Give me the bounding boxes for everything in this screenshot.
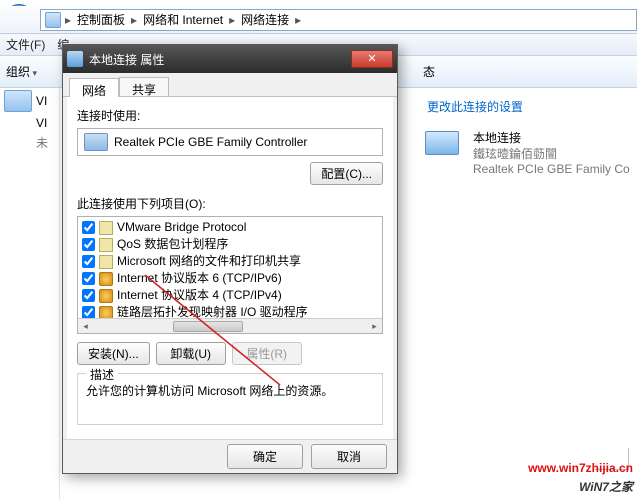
chevron-right-icon: ▸ xyxy=(295,13,301,27)
change-settings-link[interactable]: 更改此连接的设置 xyxy=(417,88,637,125)
control-panel-icon xyxy=(45,12,61,28)
close-button[interactable]: ✕ xyxy=(351,50,393,68)
install-button[interactable]: 安装(N)... xyxy=(77,342,150,365)
description-legend: 描述 xyxy=(86,366,118,383)
toolbar-organize[interactable]: 组织 xyxy=(6,63,37,80)
component-label: Internet 协议版本 6 (TCP/IPv6) xyxy=(117,271,282,286)
component-label: Microsoft 网络的文件和打印机共享 xyxy=(117,254,301,269)
service-icon xyxy=(99,238,113,252)
component-item[interactable]: Internet 协议版本 6 (TCP/IPv6) xyxy=(80,270,380,287)
configure-button[interactable]: 配置(C)... xyxy=(310,162,383,185)
chevron-right-icon: ▸ xyxy=(131,13,137,27)
menu-file[interactable]: 文件(F) xyxy=(6,36,45,53)
component-checkbox[interactable] xyxy=(82,238,95,251)
component-checkbox[interactable] xyxy=(82,221,95,234)
scroll-left-icon[interactable]: ◂ xyxy=(78,319,93,333)
watermark-logo: WiN7之家 xyxy=(528,475,633,496)
address-bar: ▸ 控制面板 ▸ 网络和 Internet ▸ 网络连接 ▸ xyxy=(0,6,637,34)
adapter-icon xyxy=(4,90,32,112)
component-label: VMware Bridge Protocol xyxy=(117,220,246,235)
scroll-right-icon[interactable]: ▸ xyxy=(367,319,382,333)
uninstall-button[interactable]: 卸载(U) xyxy=(156,342,226,365)
list-item-sub: 未 xyxy=(0,132,59,153)
items-label: 此连接使用下列项目(O): xyxy=(77,195,383,212)
dialog-title: 本地连接 属性 xyxy=(89,51,345,68)
adapter-icon xyxy=(67,51,83,67)
component-item[interactable]: QoS 数据包计划程序 xyxy=(80,236,380,253)
watermark-url: www.win7zhijia.cn xyxy=(528,461,633,475)
breadcrumb-item[interactable]: 网络和 Internet xyxy=(141,11,225,28)
scroll-thumb[interactable] xyxy=(173,321,243,332)
protocol-icon xyxy=(99,289,113,303)
components-list[interactable]: VMware Bridge Protocol QoS 数据包计划程序 Microso… xyxy=(77,216,383,334)
ok-button[interactable]: 确定 xyxy=(227,444,303,469)
connection-adapter: Realtek PCIe GBE Family Co xyxy=(473,162,630,178)
list-item-label: VI xyxy=(36,94,47,108)
watermark: www.win7zhijia.cn WiN7之家 xyxy=(528,461,633,496)
service-icon xyxy=(99,255,113,269)
horizontal-scrollbar[interactable]: ◂ ▸ xyxy=(78,318,382,333)
list-item-label: VI xyxy=(36,116,47,130)
breadcrumb-item[interactable]: 控制面板 xyxy=(75,11,127,28)
connection-name: 本地连接 xyxy=(473,131,630,147)
file-list: VI VI 未 xyxy=(0,88,60,500)
properties-dialog: 本地连接 属性 ✕ 网络 共享 连接时使用: Realtek PCIe GBE … xyxy=(62,44,398,474)
connection-status: 鐵玹曀錀佰葝闓 xyxy=(473,147,630,163)
chevron-right-icon: ▸ xyxy=(229,13,235,27)
component-item[interactable]: VMware Bridge Protocol xyxy=(80,219,380,236)
description-group: 描述 允许您的计算机访问 Microsoft 网络上的资源。 xyxy=(77,373,383,425)
component-item[interactable]: Internet 协议版本 4 (TCP/IPv4) xyxy=(80,287,380,304)
breadcrumb[interactable]: ▸ 控制面板 ▸ 网络和 Internet ▸ 网络连接 ▸ xyxy=(40,9,637,31)
component-checkbox[interactable] xyxy=(82,289,95,302)
nic-icon xyxy=(84,133,108,151)
tab-sharing[interactable]: 共享 xyxy=(119,77,169,96)
component-item[interactable]: Microsoft 网络的文件和打印机共享 xyxy=(80,253,380,270)
dialog-footer: 确定 取消 xyxy=(63,439,397,473)
component-checkbox[interactable] xyxy=(82,272,95,285)
connect-using-label: 连接时使用: xyxy=(77,107,383,124)
service-icon xyxy=(99,221,113,235)
component-checkbox[interactable] xyxy=(82,255,95,268)
description-text: 允许您的计算机访问 Microsoft 网络上的资源。 xyxy=(86,382,374,399)
component-label: QoS 数据包计划程序 xyxy=(117,237,228,252)
details-pane: 态 更改此连接的设置 本地连接 鐵玹曀錀佰葝闓 Realtek PCIe GBE… xyxy=(417,56,637,500)
cancel-button[interactable]: 取消 xyxy=(311,444,387,469)
tab-strip: 网络 共享 xyxy=(63,73,397,97)
protocol-icon xyxy=(99,272,113,286)
component-label: Internet 协议版本 4 (TCP/IPv4) xyxy=(117,288,282,303)
chevron-right-icon: ▸ xyxy=(65,13,71,27)
adapter-name: Realtek PCIe GBE Family Controller xyxy=(114,135,307,149)
properties-button: 属性(R) xyxy=(232,342,302,365)
dialog-titlebar[interactable]: 本地连接 属性 ✕ xyxy=(63,45,397,73)
breadcrumb-item[interactable]: 网络连接 xyxy=(239,11,291,28)
adapter-icon xyxy=(425,131,465,171)
list-item[interactable]: VI xyxy=(0,114,59,132)
adapter-field: Realtek PCIe GBE Family Controller xyxy=(77,128,383,156)
tab-network[interactable]: 网络 xyxy=(69,78,119,97)
list-item[interactable]: VI xyxy=(0,88,59,114)
connection-card[interactable]: 本地连接 鐵玹曀錀佰葝闓 Realtek PCIe GBE Family Co xyxy=(417,125,637,184)
